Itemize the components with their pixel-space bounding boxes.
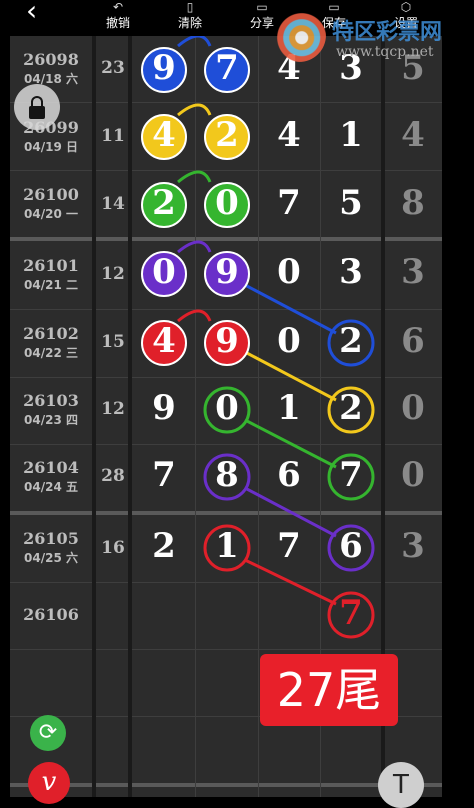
- tail-cell: 4: [401, 115, 425, 155]
- issue-number: 26100: [23, 185, 79, 204]
- digit-cell[interactable]: 7: [133, 455, 195, 495]
- digit-cell[interactable]: 4: [258, 115, 320, 155]
- tail-cell: 0: [401, 388, 425, 428]
- watermark-logo: [272, 8, 326, 62]
- issue-cell: 26106: [10, 605, 92, 625]
- issue-date: 04/18 六: [24, 72, 78, 86]
- issue-date: 04/20 一: [24, 207, 78, 221]
- digit-cell[interactable]: 2: [320, 388, 382, 428]
- digit-cell[interactable]: 4: [133, 115, 195, 155]
- digit-cell[interactable]: 2: [133, 183, 195, 223]
- undo-button[interactable]: ↶ 撤销: [88, 0, 148, 36]
- watermark-url: www.tqcp.net: [336, 44, 434, 60]
- issue-date: 04/22 三: [24, 346, 78, 360]
- issue-number: 26103: [23, 391, 79, 410]
- issue-number: 26098: [23, 50, 79, 69]
- sum-cell: 16: [101, 538, 125, 558]
- text-icon[interactable]: T: [378, 762, 424, 808]
- tail-cell: 6: [401, 321, 425, 361]
- digit-cell[interactable]: 5: [320, 183, 382, 223]
- link-arc: [177, 103, 212, 117]
- issue-number: 26106: [23, 605, 79, 624]
- digit-cell[interactable]: 0: [258, 252, 320, 292]
- digit-cell[interactable]: 2: [196, 115, 258, 155]
- clear-button[interactable]: ▯ 清除: [160, 0, 220, 36]
- sum-cell: 14: [101, 194, 125, 214]
- digit-cell[interactable]: 7: [320, 455, 382, 495]
- sum-cell: 12: [101, 264, 125, 284]
- digit-cell[interactable]: 3: [320, 252, 382, 292]
- digit-cell[interactable]: 7: [258, 526, 320, 566]
- digit-cell[interactable]: 2: [320, 321, 382, 361]
- lock-button[interactable]: [14, 84, 60, 130]
- tail-banner: 27尾: [260, 654, 398, 726]
- sum-cell: 28: [101, 466, 125, 486]
- sum-cell: 12: [101, 399, 125, 419]
- issue-date: 04/24 五: [24, 480, 78, 494]
- issue-number: 26105: [23, 529, 79, 548]
- sum-cell: 11: [101, 126, 125, 146]
- issue-cell: 26100 04/20 一: [10, 185, 92, 223]
- refresh-icon[interactable]: ⟳: [30, 715, 66, 751]
- link-arc: [177, 309, 212, 323]
- issue-cell: 26103 04/23 四: [10, 391, 92, 429]
- link-arc: [177, 34, 212, 48]
- issue-cell: 26104 04/24 五: [10, 458, 92, 496]
- digit-cell[interactable]: 9: [133, 48, 195, 88]
- clear-label: 清除: [177, 16, 202, 30]
- undo-label: 撤销: [105, 16, 130, 30]
- issue-number: 26101: [23, 256, 79, 275]
- issue-date: 04/25 六: [24, 551, 78, 565]
- tail-cell: 0: [401, 455, 425, 495]
- sum-cell: 15: [101, 332, 125, 352]
- digit-cell[interactable]: 2: [133, 526, 195, 566]
- digit-cell[interactable]: 0: [196, 183, 258, 223]
- digit-cell[interactable]: 8: [196, 455, 258, 495]
- digit-cell[interactable]: 7: [258, 183, 320, 223]
- digit-cell[interactable]: 1: [320, 115, 382, 155]
- issue-cell: 26105 04/25 六: [10, 529, 92, 567]
- gear-icon: ⬡: [400, 0, 412, 14]
- pen-icon[interactable]: v: [28, 762, 70, 804]
- digit-cell[interactable]: 1: [196, 526, 258, 566]
- issue-cell: 26102 04/22 三: [10, 324, 92, 362]
- digit-cell[interactable]: 0: [196, 388, 258, 428]
- digit-cell[interactable]: 0: [133, 252, 195, 292]
- digit-cell[interactable]: 0: [258, 321, 320, 361]
- trash-icon: ▯: [186, 0, 194, 14]
- issue-cell: 26101 04/21 二: [10, 256, 92, 294]
- digit-cell[interactable]: 7: [320, 593, 382, 633]
- digit-cell[interactable]: 9: [196, 252, 258, 292]
- issue-date: 04/19 日: [24, 140, 78, 154]
- watermark-site-name: 特区彩票网: [332, 20, 443, 45]
- digit-cell[interactable]: 7: [196, 48, 258, 88]
- link-arc: [177, 170, 212, 184]
- digit-cell[interactable]: 9: [133, 388, 195, 428]
- link-arc: [177, 240, 212, 254]
- issue-number: 26104: [23, 458, 79, 477]
- tail-cell: 8: [401, 183, 425, 223]
- digit-cell[interactable]: 6: [320, 526, 382, 566]
- sum-cell: 23: [101, 58, 125, 78]
- issue-date: 04/23 四: [24, 413, 78, 427]
- digit-cell[interactable]: 1: [258, 388, 320, 428]
- chevron-left-icon[interactable]: ‹: [26, 0, 37, 27]
- tail-cell: 3: [401, 526, 425, 566]
- issue-number: 26102: [23, 324, 79, 343]
- issue-date: 04/21 二: [24, 278, 78, 292]
- digit-cell[interactable]: 9: [196, 321, 258, 361]
- digit-cell[interactable]: 6: [258, 455, 320, 495]
- digit-cell[interactable]: 4: [133, 321, 195, 361]
- lock-icon-body: [29, 106, 45, 119]
- issue-cell: 26098 04/18 六: [10, 50, 92, 88]
- undo-icon: ↶: [112, 0, 124, 14]
- tail-cell: 3: [401, 252, 425, 292]
